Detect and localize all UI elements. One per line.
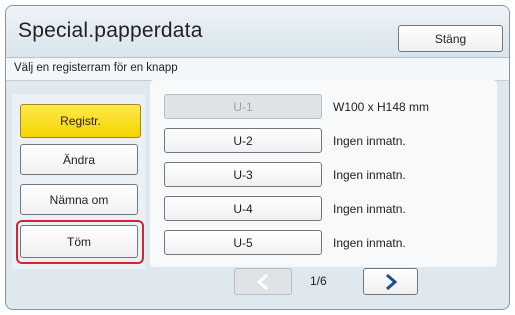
prev-page-button[interactable] [234, 268, 292, 295]
register-button[interactable]: Registr. [20, 104, 141, 138]
slot-button-u5[interactable]: U-5 [164, 230, 322, 255]
page-title: Special.papperdata [18, 19, 203, 42]
title-bar: Special.papperdata Stäng [6, 6, 509, 58]
rename-button[interactable]: Nämna om [20, 184, 138, 215]
change-button[interactable]: Ändra [20, 144, 138, 175]
slot-button-u1[interactable]: U-1 [164, 94, 322, 119]
instruction-bar: Välj en registerram för en knapp [6, 58, 509, 81]
page-indicator: 1/6 [310, 274, 327, 288]
slot-value-u5: Ingen inmatn. [333, 236, 406, 250]
clear-button-highlight [16, 220, 144, 264]
slot-value-u1: W100 x H148 mm [333, 100, 430, 114]
slot-button-u2[interactable]: U-2 [164, 128, 322, 153]
chevron-left-icon [256, 273, 270, 291]
slot-button-u4[interactable]: U-4 [164, 196, 322, 221]
close-button[interactable]: Stäng [398, 25, 503, 52]
chevron-right-icon [384, 273, 398, 291]
instruction-text: Välj en registerram för en knapp [14, 62, 178, 74]
next-page-button[interactable] [363, 268, 418, 295]
slot-value-u2: Ingen inmatn. [333, 134, 406, 148]
slot-value-u4: Ingen inmatn. [333, 202, 406, 216]
slot-button-u3[interactable]: U-3 [164, 162, 322, 187]
slot-value-u3: Ingen inmatn. [333, 168, 406, 182]
